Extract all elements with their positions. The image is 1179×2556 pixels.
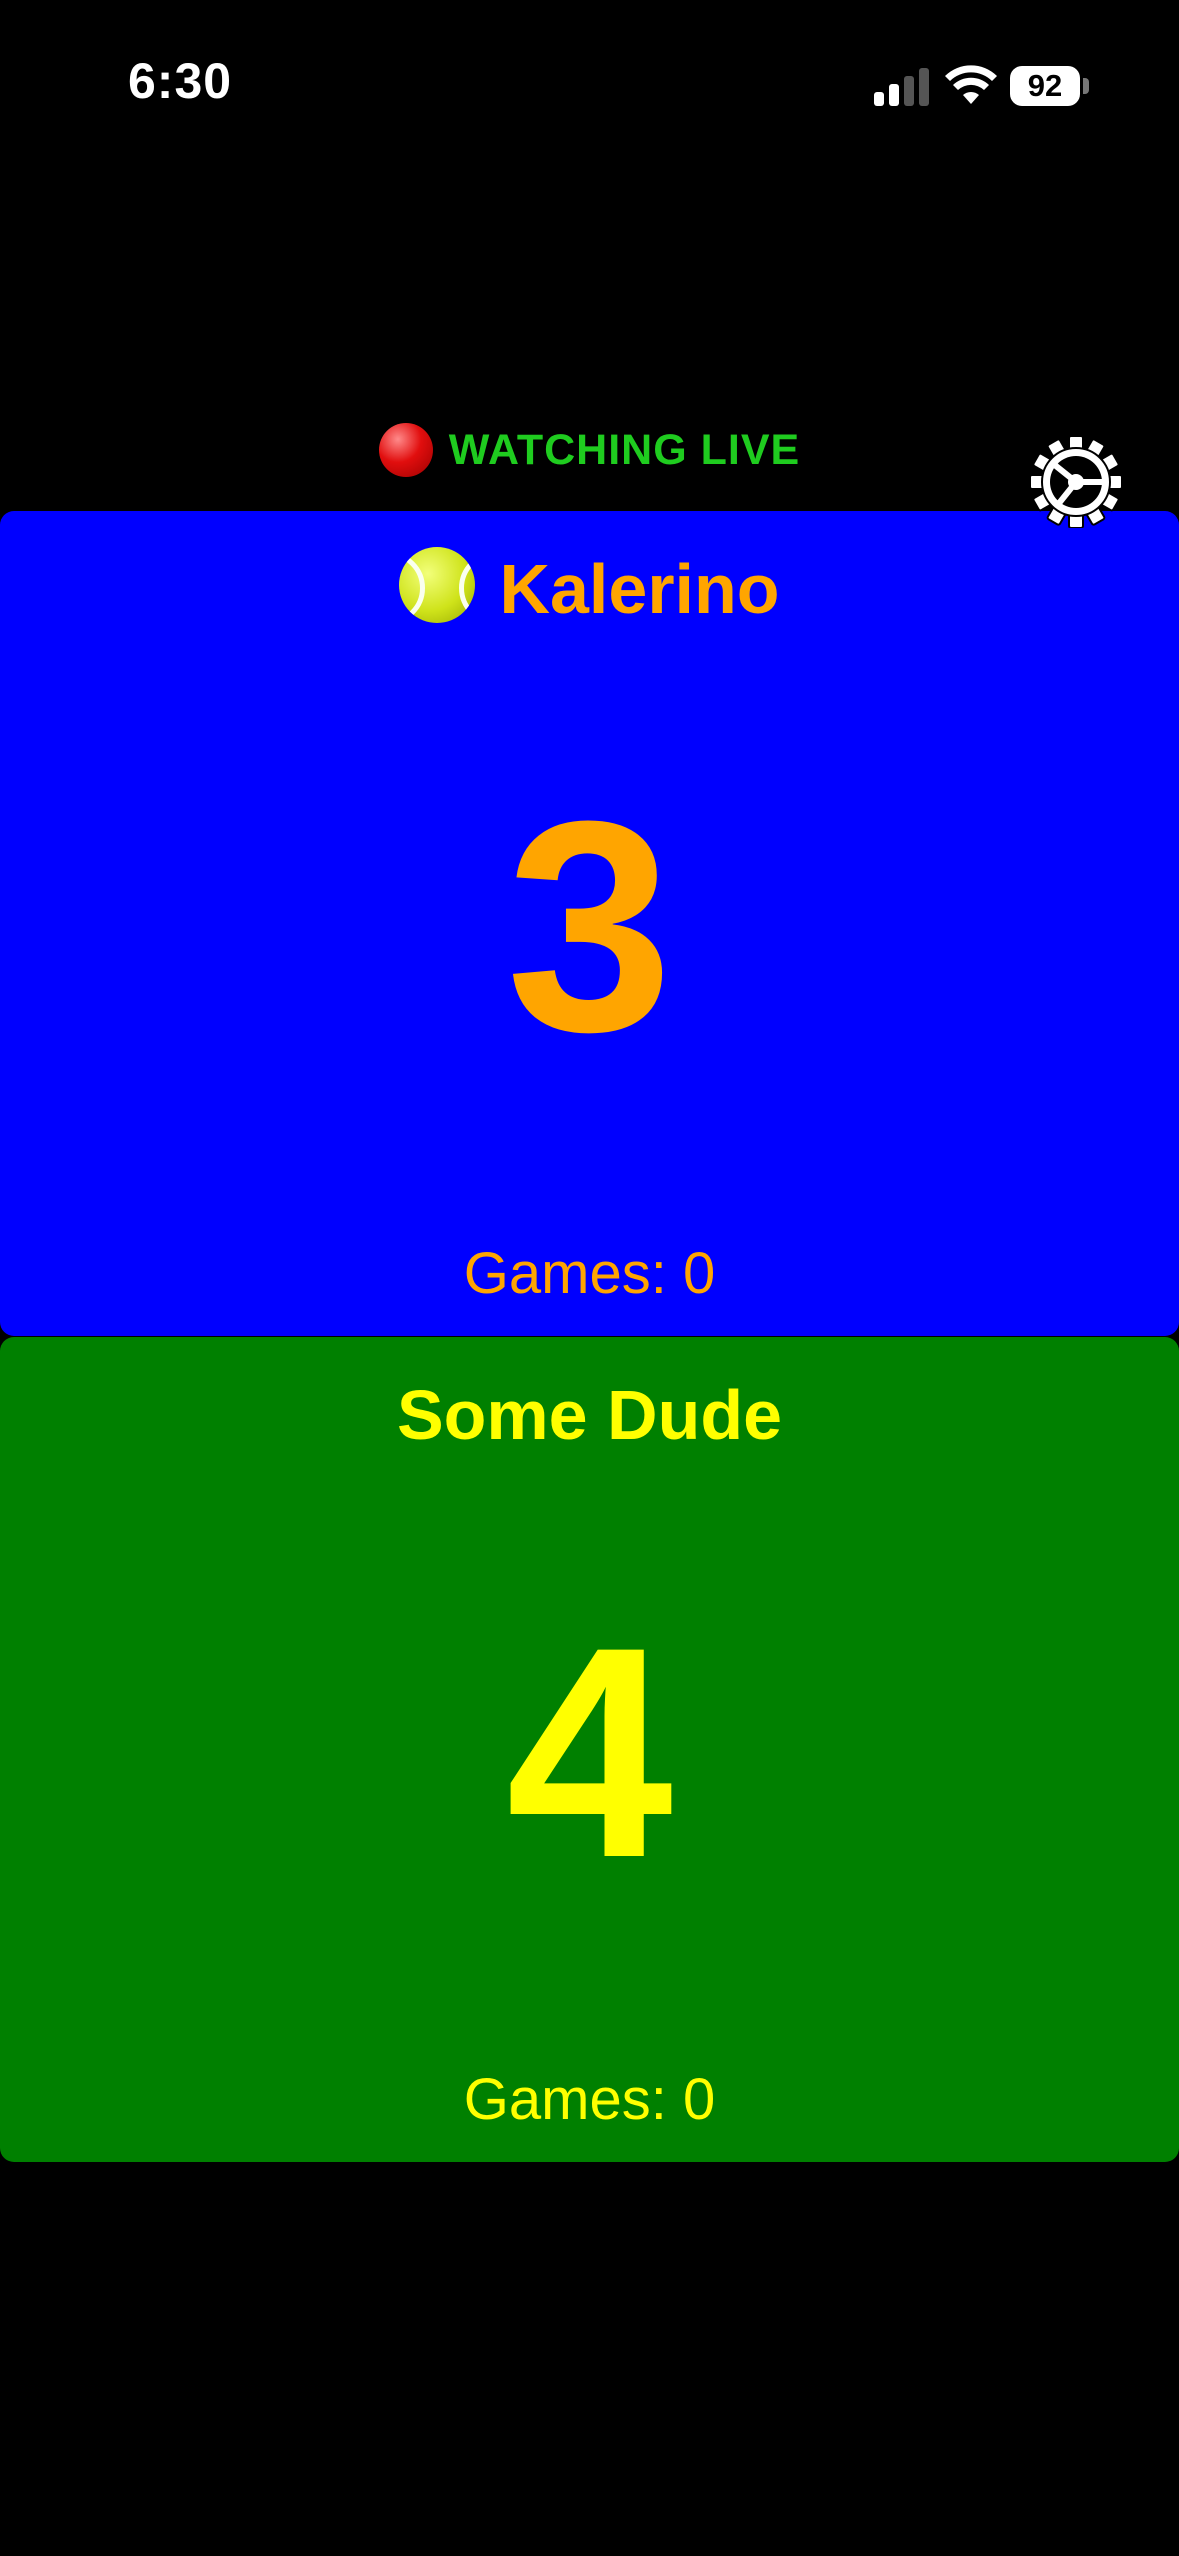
- player-2-panel[interactable]: Some Dude 4 Games: 0: [0, 1337, 1179, 2162]
- battery-icon: [1083, 78, 1089, 94]
- live-label: WATCHING LIVE: [448, 425, 801, 474]
- gear-icon[interactable]: [1030, 436, 1122, 528]
- player-2-name: Some Dude: [0, 1367, 1179, 1463]
- status-bar: 6:30 92: [0, 0, 1179, 170]
- battery-level: 92: [1010, 66, 1080, 106]
- tennis-ball-icon: [399, 547, 476, 623]
- player-2-games: Games: 0: [463, 2067, 716, 2132]
- status-time: 6:30: [128, 53, 233, 109]
- wifi-icon: [945, 65, 997, 104]
- red-circle-icon: [378, 423, 433, 477]
- player-1-points: 3: [506, 758, 673, 1094]
- player-1-name: Kalerino: [0, 541, 1179, 637]
- player-2-points: 4: [506, 1584, 673, 1920]
- player-1-panel[interactable]: Kalerino 3 Games: 0: [0, 511, 1179, 1336]
- live-indicator: WATCHING LIVE: [0, 418, 1179, 482]
- player-1-name-text: Kalerino: [499, 550, 780, 628]
- player-1-games: Games: 0: [463, 1241, 716, 1306]
- player-2-name-text: Some Dude: [396, 1376, 783, 1454]
- cellular-signal-icon: [874, 66, 930, 106]
